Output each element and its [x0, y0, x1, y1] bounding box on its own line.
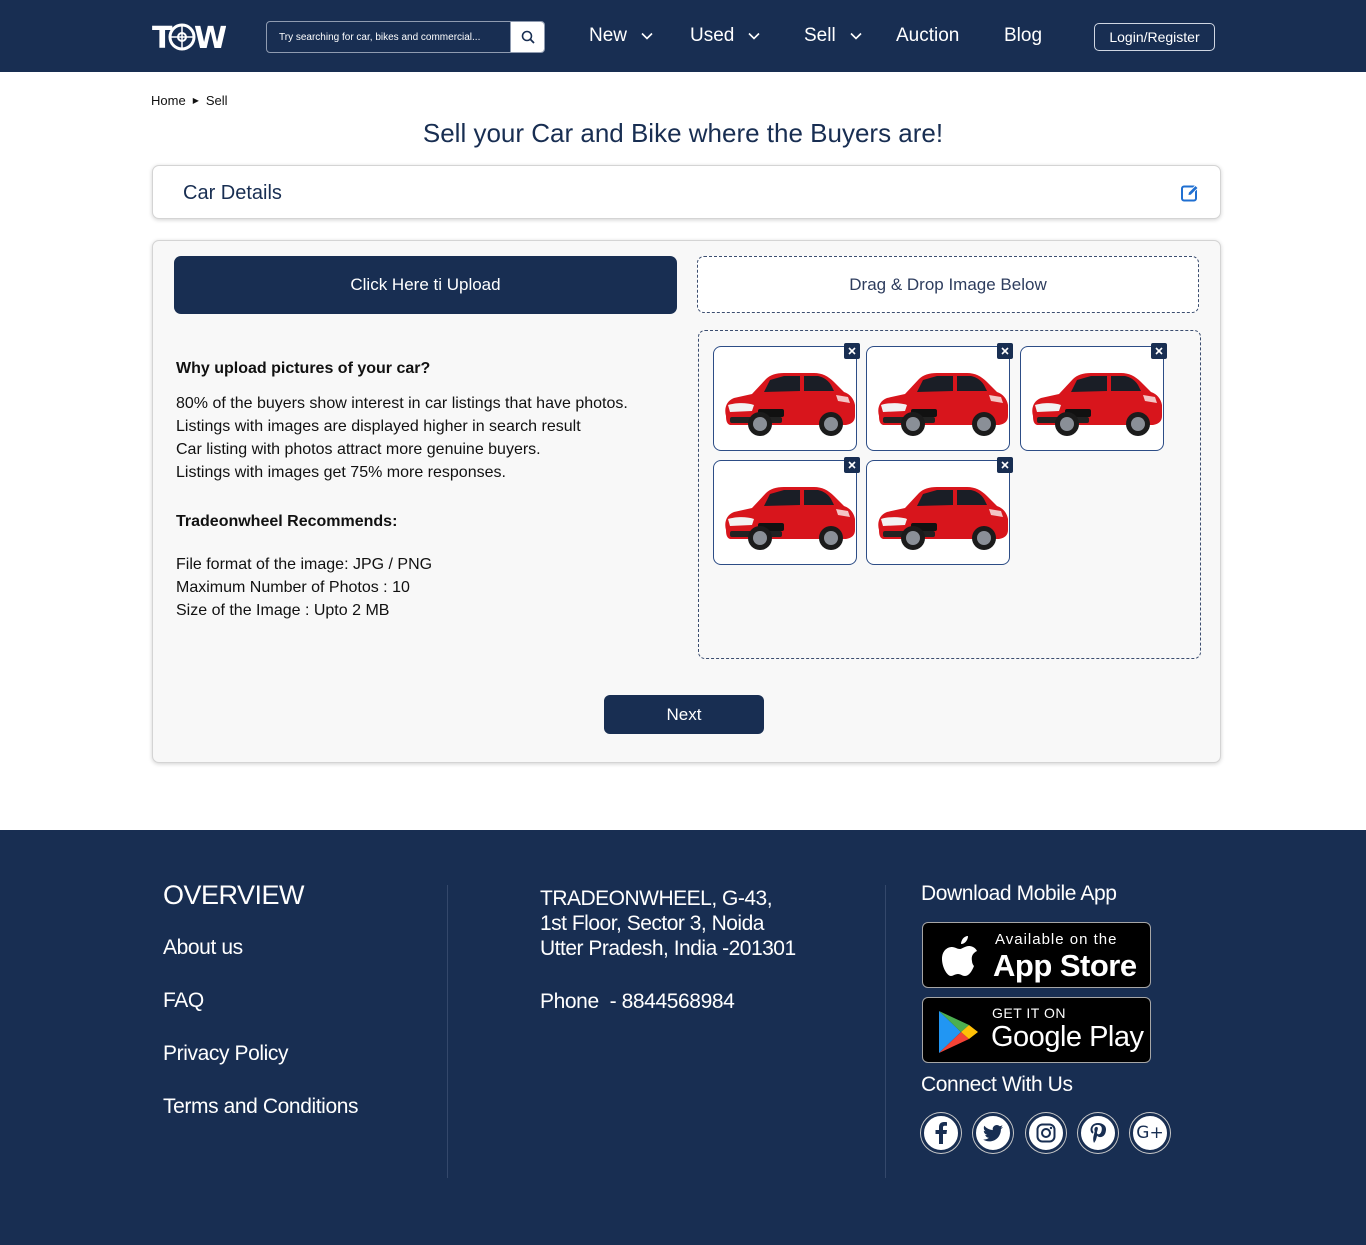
uploaded-image-thumbnail[interactable]: [866, 457, 1013, 565]
footer-divider: [447, 885, 448, 1178]
nav-used-label: Used: [690, 25, 735, 46]
search-box: [266, 21, 545, 53]
breadcrumb-sell: Sell: [205, 93, 228, 108]
nav-new[interactable]: New: [589, 24, 653, 48]
search-input[interactable]: [267, 22, 511, 52]
why-point: 80% of the buyers show interest in car l…: [176, 395, 628, 412]
footer-link-about[interactable]: About us: [163, 936, 243, 960]
google-play-big: Google Play: [991, 1021, 1144, 1053]
why-upload-heading: Why upload pictures of your car?: [176, 360, 431, 377]
remove-image-button[interactable]: [844, 343, 860, 359]
footer-link-terms[interactable]: Terms and Conditions: [163, 1095, 359, 1119]
recommend-point: Size of the Image : Upto 2 MB: [176, 602, 390, 619]
google-play-small: GET IT ON: [992, 1005, 1066, 1021]
recommend-point: File format of the image: JPG / PNG: [176, 556, 433, 573]
nav-sell[interactable]: Sell: [804, 24, 862, 48]
page-title: Sell your Car and Bike where the Buyers …: [422, 118, 944, 148]
why-point: Listings with images get 75% more respon…: [176, 464, 506, 481]
red-car-image: [878, 487, 1008, 550]
upload-panel: Click Here ti Upload Drag & Drop Image B…: [152, 240, 1221, 763]
footer-link-privacy[interactable]: Privacy Policy: [163, 1042, 289, 1066]
uploaded-image-thumbnail[interactable]: [713, 343, 860, 451]
nav-blog[interactable]: Blog: [1004, 24, 1042, 48]
google-play-badge[interactable]: GET IT ON Google Play: [922, 997, 1151, 1063]
close-icon: [848, 347, 856, 355]
site-header: T W New Used Sell Auction Blog Logi: [0, 0, 1366, 72]
uploaded-image-thumbnail[interactable]: [866, 343, 1013, 451]
red-car-image: [878, 373, 1008, 436]
chevron-down-icon: [641, 32, 653, 40]
site-logo[interactable]: T W: [152, 18, 229, 56]
red-car-image: [725, 373, 855, 436]
nav-auction-label: Auction: [896, 25, 960, 46]
app-store-badge[interactable]: Available on the App Store: [922, 922, 1151, 988]
car-details-label: Car Details: [183, 182, 282, 204]
google-plus-icon[interactable]: G+: [1130, 1113, 1170, 1153]
red-car-image: [1032, 373, 1162, 436]
upload-button[interactable]: Click Here ti Upload: [174, 256, 677, 314]
overview-heading: OVERVIEW: [163, 880, 305, 910]
nav-new-label: New: [589, 25, 628, 46]
close-icon: [1001, 461, 1009, 469]
footer-address: TRADEONWHEEL, G-43, 1st Floor, Sector 3,…: [540, 886, 796, 961]
breadcrumb: Home ▶ Sell: [151, 93, 228, 108]
apple-icon: [942, 936, 977, 976]
twitter-icon[interactable]: [973, 1113, 1013, 1153]
address-line: Utter Pradesh, India -201301: [540, 937, 796, 960]
connect-heading: Connect With Us: [921, 1073, 1073, 1096]
next-button[interactable]: Next: [604, 695, 764, 734]
pinterest-icon[interactable]: [1078, 1113, 1118, 1153]
login-register-button[interactable]: Login/Register: [1094, 23, 1215, 51]
nav-auction[interactable]: Auction: [896, 24, 959, 48]
site-footer: OVERVIEW About us FAQ Privacy Policy Ter…: [0, 830, 1366, 1245]
close-icon: [848, 461, 856, 469]
app-store-small: Available on the: [995, 931, 1118, 948]
svg-text:W: W: [194, 21, 226, 54]
remove-image-button[interactable]: [1151, 343, 1167, 359]
recommends-heading: Tradeonwheel Recommends:: [176, 513, 398, 530]
why-point: Car listing with photos attract more gen…: [176, 441, 541, 458]
breadcrumb-home[interactable]: Home: [151, 93, 186, 108]
address-line: TRADEONWHEEL, G-43,: [540, 887, 773, 910]
why-point: Listings with images are displayed highe…: [176, 418, 581, 435]
nav-sell-label: Sell: [804, 25, 836, 46]
remove-image-button[interactable]: [997, 343, 1013, 359]
edit-icon[interactable]: [1181, 184, 1199, 202]
facebook-icon[interactable]: [921, 1113, 961, 1153]
chevron-down-icon: [850, 32, 862, 40]
footer-phone: Phone - 8844568984: [540, 990, 735, 1013]
search-button[interactable]: [510, 22, 544, 52]
tow-logo-icon: T W: [152, 21, 229, 56]
download-app-heading: Download Mobile App: [921, 882, 1117, 905]
instagram-icon[interactable]: [1026, 1113, 1066, 1153]
nav-blog-label: Blog: [1004, 25, 1043, 46]
address-line: 1st Floor, Sector 3, Noida: [540, 912, 764, 935]
uploaded-image-thumbnail[interactable]: [1020, 343, 1167, 451]
drag-drop-label[interactable]: Drag & Drop Image Below: [697, 256, 1199, 313]
recommend-point: Maximum Number of Photos : 10: [176, 579, 410, 596]
caret-right-icon: ▶: [192, 96, 199, 105]
footer-divider: [885, 885, 886, 1178]
remove-image-button[interactable]: [997, 457, 1013, 473]
close-icon: [1001, 347, 1009, 355]
red-car-image: [725, 487, 855, 550]
nav-used[interactable]: Used: [690, 24, 760, 48]
uploaded-image-thumbnail[interactable]: [713, 457, 860, 565]
close-icon: [1155, 347, 1163, 355]
chevron-down-icon: [748, 32, 760, 40]
remove-image-button[interactable]: [844, 457, 860, 473]
search-icon: [521, 30, 535, 44]
car-details-section[interactable]: Car Details: [152, 165, 1221, 219]
google-play-icon: [939, 1011, 978, 1053]
footer-link-faq[interactable]: FAQ: [163, 989, 204, 1013]
app-store-big: App Store: [993, 948, 1137, 983]
